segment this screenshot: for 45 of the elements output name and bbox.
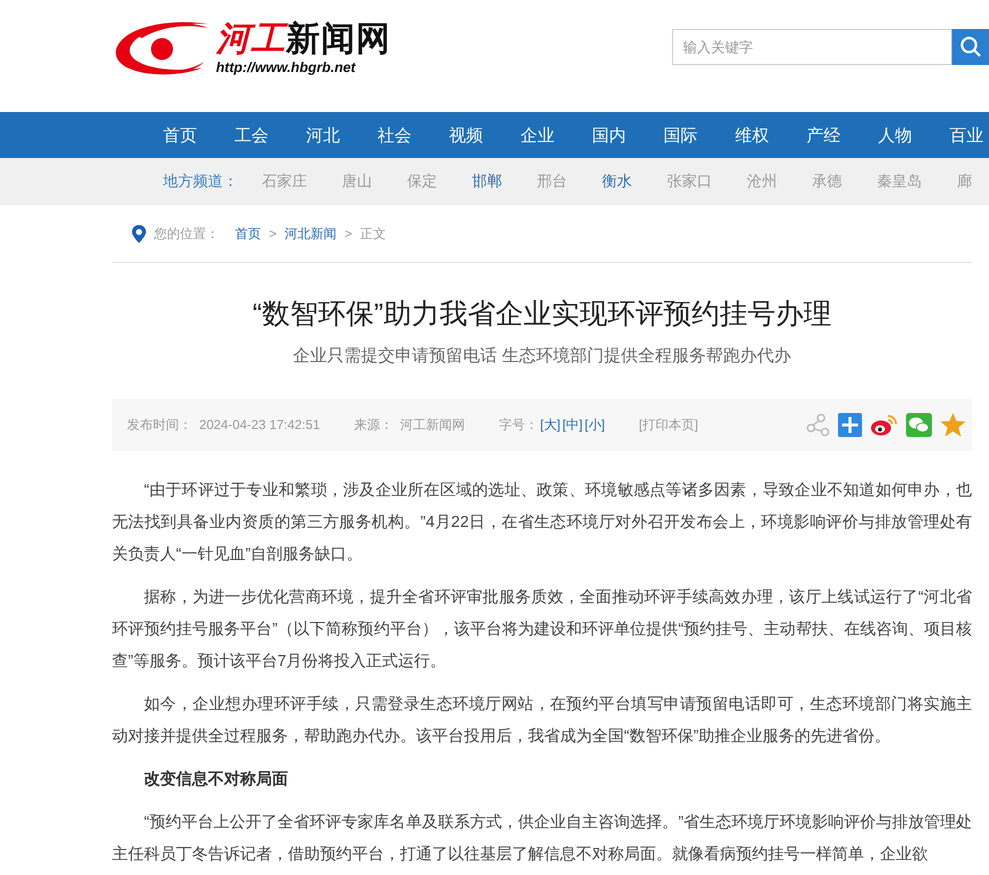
breadcrumb-current: 正文 bbox=[360, 224, 386, 242]
star-icon[interactable] bbox=[940, 413, 966, 437]
breadcrumb-separator: > bbox=[269, 226, 277, 241]
chat-bubbles-icon[interactable] bbox=[906, 413, 932, 437]
font-size-link[interactable]: [小] bbox=[584, 416, 605, 434]
nav-link[interactable]: 国际 bbox=[664, 124, 735, 146]
site-url: http://www.hbgrb.net bbox=[216, 58, 357, 76]
article-paragraph: “由于环评过于专业和繁琐，涉及企业所在区域的选址、政策、环境敏感点等诸多因素，导致企业不知道如何申办，也无法找到具备业内资质的第三方服务机构。”4月22日，在省生态环境厅对外召开发布会上，环境影响评价与排放管理处有关负责人“一针见血”自剖服务缺口。 bbox=[112, 480, 972, 565]
breadcrumb-separator: > bbox=[344, 226, 352, 241]
weibo-icon[interactable] bbox=[870, 413, 898, 437]
breadcrumb-label: 您的位置： bbox=[154, 224, 219, 242]
site-name: 河工新闻网 bbox=[216, 22, 391, 58]
publish-time: 发布时间： 2024-04-23 17:42:51 bbox=[127, 416, 320, 434]
nav-link[interactable]: 工会 bbox=[234, 124, 306, 146]
nav-link[interactable]: 企业 bbox=[520, 124, 592, 146]
nav-link[interactable]: 产经 bbox=[806, 124, 878, 146]
regions-label: 地方频道： bbox=[163, 172, 238, 191]
region-link[interactable]: 邯郸 bbox=[472, 172, 502, 191]
article-paragraph: 如今，企业想办理环评手续，只需登录生态环境厅网站，在预约平台填写申请预留电话即可，生态环境部门将实施主动对接并提供全过程服务，帮助跑办代办。该平台投用后，我省成为全国“数智环保”助推企业服务的先进省份。 bbox=[112, 694, 972, 747]
nav-link[interactable]: 百业 bbox=[950, 124, 989, 146]
article-paragraph: “预约平台上公开了全省环评专家库名单及联系方式，供企业自主咨询选择。”省生态环境厅环境影响评价与排放管理处主任科员丁冬告诉记者，借助预约平台，打通了以往基层了解信息不对称局面。就像看病预约挂号一样简单，企业欲 bbox=[112, 812, 972, 865]
nav-link[interactable]: 河北 bbox=[306, 124, 378, 146]
search-icon bbox=[960, 36, 982, 58]
plus-icon[interactable] bbox=[838, 413, 862, 437]
nav-link[interactable]: 维权 bbox=[735, 124, 806, 146]
nav-link[interactable]: 社会 bbox=[378, 124, 449, 146]
font-size-link[interactable]: [大] bbox=[540, 416, 560, 434]
nav-link[interactable]: 首页 bbox=[163, 124, 234, 146]
article-subtitle: 企业只需提交申请预留电话 生态环境部门提供全程服务帮跑办代办 bbox=[292, 345, 792, 367]
region-link[interactable]: 衡水 bbox=[602, 172, 632, 191]
nav-link[interactable]: 人物 bbox=[878, 124, 950, 146]
breadcrumb-link[interactable]: 首页 bbox=[235, 224, 261, 242]
search-button[interactable] bbox=[952, 29, 989, 65]
nav-link[interactable]: 视频 bbox=[449, 124, 520, 146]
location-pin-icon bbox=[132, 224, 146, 242]
nav-link[interactable]: 国内 bbox=[592, 124, 664, 146]
font-size-link[interactable]: [中] bbox=[562, 416, 583, 434]
breadcrumb-link[interactable]: 河北新闻 bbox=[284, 224, 337, 242]
font-size-label: 字号： bbox=[499, 416, 538, 434]
section-heading: 改变信息不对称局面 bbox=[143, 769, 289, 790]
article-title: “数智环保”助力我省企业实现环评预约挂号办理 bbox=[252, 297, 832, 331]
article-paragraph: 据称，为进一步优化营商环境，提升全省环评审批服务质效，全面推动环评手续高效办理，该厅上线试运行了“河北省环评预约挂号服务平台”（以下简称预约平台），该平台将为建设和环评单位提供“预约挂号、主动帮扶、在线咨询、项目核查”等服务。预计该平台7月份将投入正式运行。 bbox=[112, 588, 972, 672]
search-field[interactable]: 输入关键字 bbox=[672, 29, 952, 65]
source: 来源： 河工新闻网 bbox=[354, 416, 466, 434]
print-link[interactable]: [打印本页] bbox=[638, 416, 698, 434]
